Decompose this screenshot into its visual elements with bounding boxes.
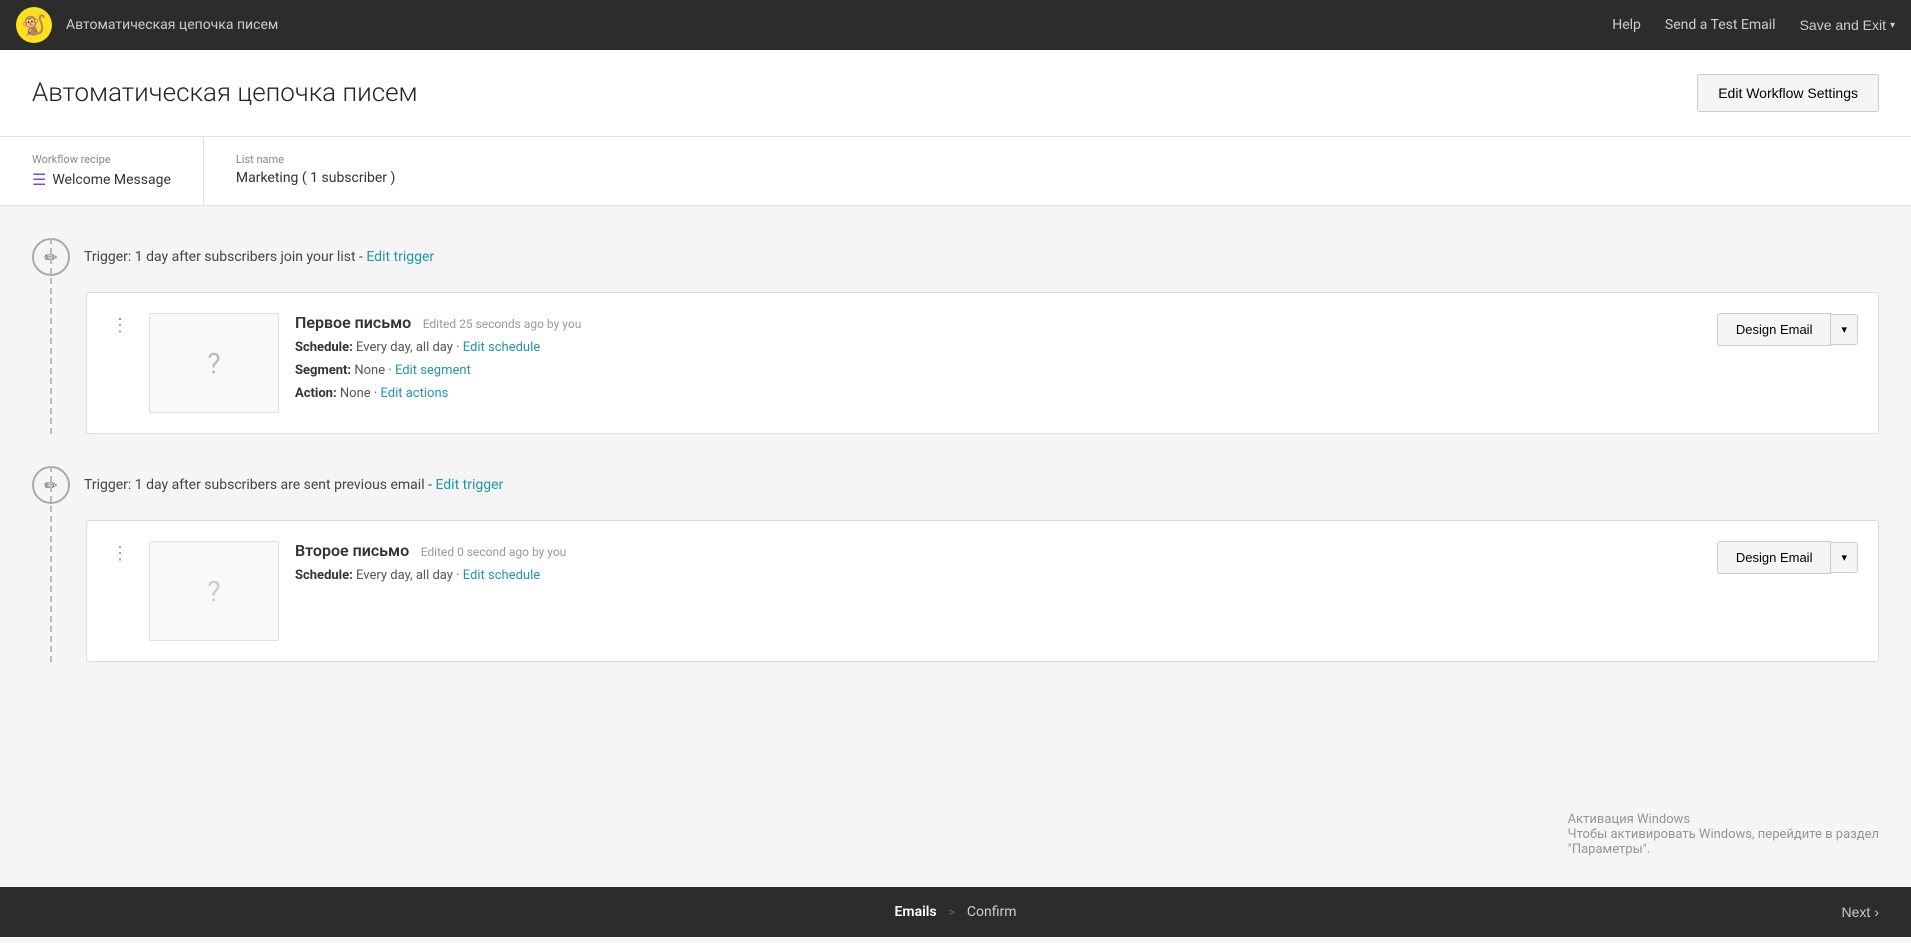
next-button[interactable]: Next › (1842, 904, 1879, 920)
logo-icon: 🐒 (22, 13, 47, 37)
email2-actions: Design Email ▾ (1717, 541, 1858, 574)
email2-section: ✏ Trigger: 1 day after subscribers are s… (32, 466, 1879, 662)
edit-trigger2-link[interactable]: Edit trigger (435, 477, 503, 493)
help-link[interactable]: Help (1612, 17, 1641, 33)
email2-menu-button[interactable]: ⋮ (107, 541, 133, 567)
trigger1-text: Trigger: 1 day after subscribers join yo… (84, 249, 434, 265)
edit-schedule1-link[interactable]: Edit schedule (463, 340, 540, 355)
question-icon-2: ? (207, 575, 220, 608)
question-icon: ? (207, 347, 220, 380)
workflow-recipe-item: Workflow recipe ☰ Welcome Message (32, 137, 204, 205)
email2-details: Второе письмо Edited 0 second ago by you… (295, 541, 1701, 583)
design-email1-button[interactable]: Design Email (1717, 313, 1832, 346)
list-name-label: List name (236, 153, 396, 166)
email1-card: ⋮ ? Первое письмо Edited 25 seconds ago … (86, 292, 1879, 434)
email1-header: Первое письмо Edited 25 seconds ago by y… (295, 313, 1701, 332)
email1-menu-button[interactable]: ⋮ (107, 313, 133, 339)
edit-actions1-link[interactable]: Edit actions (381, 386, 449, 401)
email1-schedule-field: Schedule: Every day, all day · Edit sche… (295, 340, 1701, 355)
page: Автоматическая цепочка писем Edit Workfl… (0, 50, 1911, 943)
app-logo: 🐒 (16, 7, 52, 43)
trigger1-row: ✏ Trigger: 1 day after subscribers join … (32, 238, 1879, 276)
edit-schedule2-link[interactable]: Edit schedule (463, 568, 540, 583)
email1-thumbnail: ? (149, 313, 279, 413)
email1-section: ✏ Trigger: 1 day after subscribers join … (32, 238, 1879, 434)
section-line-1 (50, 238, 52, 434)
main-content: ✏ Trigger: 1 day after subscribers join … (0, 206, 1911, 943)
email1-segment-field: Segment: None · Edit segment (295, 363, 1701, 378)
email2-edited: Edited 0 second ago by you (421, 545, 567, 559)
email1-action-field: Action: None · Edit actions (295, 386, 1701, 401)
page-title: Автоматическая цепочка писем (32, 78, 418, 108)
navbar-left: 🐒 Автоматическая цепочка писем (16, 7, 278, 43)
edit-trigger1-link[interactable]: Edit trigger (366, 249, 434, 265)
workflow-recipe-label: Workflow recipe (32, 153, 171, 166)
email2-card: ⋮ ? Второе письмо Edited 0 second ago by… (86, 520, 1879, 662)
email2-header: Второе письмо Edited 0 second ago by you (295, 541, 1701, 560)
navbar-right: Help Send a Test Email Save and Exit ▾ (1612, 17, 1895, 33)
workflow-icon: ☰ (32, 170, 46, 189)
email1-name: Первое письмо (295, 313, 411, 332)
bottom-step-confirm: Confirm (967, 904, 1017, 920)
save-and-exit-button[interactable]: Save and Exit ▾ (1800, 17, 1895, 33)
trigger2-row: ✏ Trigger: 1 day after subscribers are s… (32, 466, 1879, 504)
workflow-recipe-value: ☰ Welcome Message (32, 170, 171, 189)
navbar-title: Автоматическая цепочка писем (66, 17, 278, 33)
next-chevron-icon: › (1874, 904, 1879, 920)
bottom-bar: Emails > Confirm Next › (0, 887, 1911, 937)
step-separator: > (949, 905, 955, 919)
edit-segment1-link[interactable]: Edit segment (395, 363, 471, 378)
design-email2-dropdown[interactable]: ▾ (1831, 542, 1858, 573)
edit-workflow-settings-button[interactable]: Edit Workflow Settings (1697, 74, 1879, 112)
list-name-item: List name Marketing ( 1 subscriber ) (236, 137, 428, 205)
email2-thumbnail: ? (149, 541, 279, 641)
email2-schedule-field: Schedule: Every day, all day · Edit sche… (295, 568, 1701, 583)
chevron-down-icon: ▾ (1890, 20, 1895, 31)
navbar: 🐒 Автоматическая цепочка писем Help Send… (0, 0, 1911, 50)
email1-edited: Edited 25 seconds ago by you (423, 317, 582, 331)
section-line-2 (50, 466, 52, 662)
email1-actions: Design Email ▾ (1717, 313, 1858, 346)
email1-details: Первое письмо Edited 25 seconds ago by y… (295, 313, 1701, 401)
trigger2-text: Trigger: 1 day after subscribers are sen… (84, 477, 503, 493)
email2-name: Второе письмо (295, 541, 409, 560)
send-test-email-link[interactable]: Send a Test Email (1665, 17, 1776, 33)
list-name-value: Marketing ( 1 subscriber ) (236, 170, 396, 186)
info-bar: Workflow recipe ☰ Welcome Message List n… (0, 137, 1911, 206)
design-email2-button[interactable]: Design Email (1717, 541, 1832, 574)
design-email1-dropdown[interactable]: ▾ (1831, 314, 1858, 345)
bottom-step-emails: Emails (895, 904, 937, 920)
page-header: Автоматическая цепочка писем Edit Workfl… (0, 50, 1911, 137)
